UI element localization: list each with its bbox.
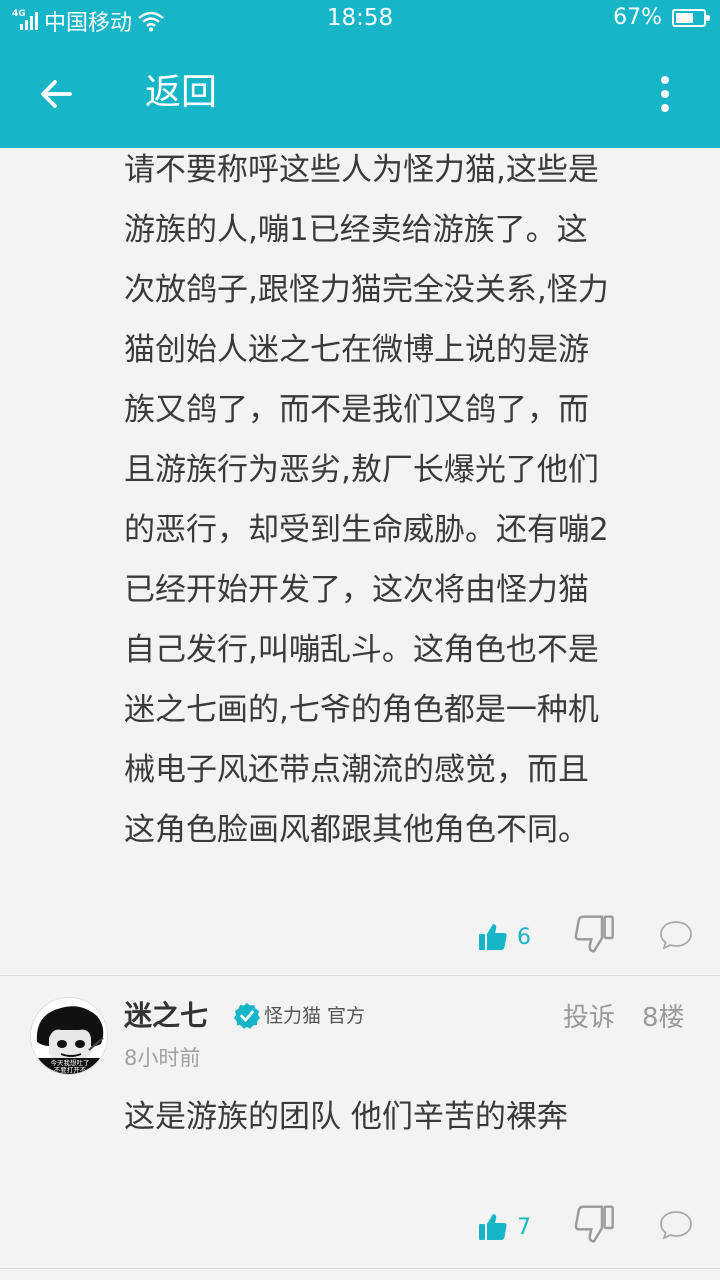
- thumbs-up-icon: [479, 1214, 507, 1240]
- avatar[interactable]: 今天我想吐了 不要打开不: [30, 997, 108, 1075]
- battery-icon: [672, 8, 710, 27]
- report-button[interactable]: 投诉: [563, 1001, 615, 1035]
- thumbs-down-icon[interactable]: [574, 914, 614, 954]
- comment-body: 这是游族的团队 他们辛苦的裸奔: [124, 1099, 568, 1135]
- status-bar: 4G 中国移动 18:58 67%: [0, 0, 720, 38]
- back-button[interactable]: [28, 66, 84, 122]
- thumbs-up-icon: [479, 924, 507, 950]
- app-header: 返回: [0, 38, 720, 148]
- divider: [0, 975, 720, 976]
- avatar-caption-2: 不要打开不: [54, 1065, 87, 1074]
- comment-actions: 7: [0, 1202, 720, 1252]
- like-button[interactable]: 7: [478, 1202, 531, 1252]
- more-button[interactable]: [650, 70, 680, 118]
- like-button[interactable]: 6: [478, 912, 531, 962]
- like-count: 6: [517, 924, 531, 950]
- status-time: 18:58: [326, 5, 394, 31]
- thumbs-down-icon[interactable]: [574, 1204, 614, 1244]
- header-title[interactable]: 返回: [145, 68, 217, 118]
- battery-percent: 67%: [613, 5, 662, 30]
- avatar-image: 今天我想吐了 不要打开不: [31, 998, 107, 1074]
- official-badge: 怪力猫 官方: [264, 1005, 366, 1027]
- username[interactable]: 迷之七: [124, 998, 208, 1034]
- like-count: 7: [517, 1214, 531, 1240]
- divider: [0, 1268, 720, 1269]
- arrow-left-icon: [41, 80, 72, 108]
- timestamp: 8小时前: [124, 1046, 201, 1070]
- status-right: 67%: [613, 5, 710, 30]
- verified-check-icon: [234, 1003, 260, 1029]
- comment-body: 请不要称呼这些人为怪力猫,这些是 游族的人,嘣1已经卖给游族了。这 次放鸽子,跟…: [124, 152, 609, 848]
- battery-fill: [676, 12, 693, 23]
- more-vertical-icon: [661, 76, 669, 84]
- comment-bubble-icon[interactable]: [658, 917, 694, 953]
- floor-number: 8楼: [642, 1003, 685, 1033]
- comment-bubble-icon[interactable]: [658, 1207, 694, 1243]
- comment-actions: 6: [0, 912, 720, 962]
